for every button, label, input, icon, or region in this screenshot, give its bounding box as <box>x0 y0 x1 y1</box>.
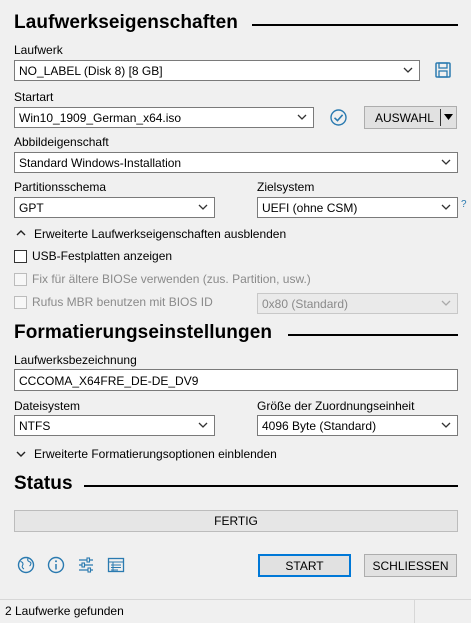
chevron-down-icon <box>198 422 208 428</box>
chevron-down-icon <box>441 159 451 165</box>
chevron-down-icon <box>441 422 451 428</box>
section-divider <box>84 485 458 487</box>
checksum-check-icon[interactable] <box>329 108 348 127</box>
image-option-value: Standard Windows-Installation <box>19 156 182 170</box>
chevron-down-icon <box>441 204 451 210</box>
file-system-value: NTFS <box>19 419 51 433</box>
progress-bar: FERTIG <box>14 510 458 532</box>
cluster-size-value: 4096 Byte (Standard) <box>262 419 377 433</box>
save-icon[interactable] <box>434 61 452 79</box>
chevron-down-icon <box>441 300 451 306</box>
chevron-up-icon[interactable] <box>16 229 26 237</box>
close-button-label: SCHLIESSEN <box>372 559 449 573</box>
select-image-button[interactable]: AUSWAHL <box>364 106 457 129</box>
boot-selection-value: Win10_1909_German_x64.iso <box>19 111 182 125</box>
globe-icon[interactable] <box>16 555 36 575</box>
format-options-heading: Formatierungseinstellungen <box>14 322 273 343</box>
volume-label-value: CCCOMA_X64FRE_DE-DE_DV9 <box>19 374 199 388</box>
section-divider <box>252 24 458 26</box>
device-label: Laufwerk <box>14 43 63 57</box>
boot-selection-dropdown[interactable]: Win10_1909_German_x64.iso <box>14 107 314 128</box>
bios-id-value: 0x80 (Standard) <box>262 297 349 311</box>
advanced-drive-toggle[interactable]: Erweiterte Laufwerkseigenschaften ausble… <box>34 227 286 241</box>
status-bar-divider <box>414 600 415 623</box>
volume-label-input[interactable]: CCCOMA_X64FRE_DE-DE_DV9 <box>14 369 458 391</box>
target-system-dropdown[interactable]: UEFI (ohne CSM) <box>257 197 458 218</box>
device-dropdown[interactable]: NO_LABEL (Disk 8) [8 GB] <box>14 60 420 81</box>
file-system-label: Dateisystem <box>14 399 81 413</box>
status-bar-text: 2 Laufwerke gefunden <box>5 604 124 618</box>
boot-selection-label: Startart <box>14 90 54 104</box>
start-button-label: START <box>285 559 324 573</box>
caret-down-icon[interactable] <box>444 114 453 121</box>
target-system-value: UEFI (ohne CSM) <box>262 201 358 215</box>
volume-label-label: Laufwerksbezeichnung <box>14 353 137 367</box>
chevron-down-icon <box>403 67 413 73</box>
progress-text: FERTIG <box>214 514 258 528</box>
partition-scheme-label: Partitionsschema <box>14 180 107 194</box>
cluster-size-dropdown[interactable]: 4096 Byte (Standard) <box>257 415 458 436</box>
old-bios-fix-checkbox[interactable] <box>14 273 27 286</box>
drive-properties-heading: Laufwerkseigenschaften <box>14 12 238 33</box>
partition-scheme-dropdown[interactable]: GPT <box>14 197 215 218</box>
chevron-down-icon[interactable] <box>16 450 26 458</box>
help-icon[interactable]: ? <box>461 199 467 210</box>
info-icon[interactable] <box>46 555 66 575</box>
select-image-label: AUSWAHL <box>375 111 434 125</box>
rufus-mbr-label: Rufus MBR benutzen mit BIOS ID <box>32 295 213 309</box>
device-value: NO_LABEL (Disk 8) [8 GB] <box>19 64 163 78</box>
advanced-format-toggle[interactable]: Erweiterte Formatierungsoptionen einblen… <box>34 447 277 461</box>
start-button[interactable]: START <box>258 554 351 577</box>
close-button[interactable]: SCHLIESSEN <box>364 554 457 577</box>
image-option-dropdown[interactable]: Standard Windows-Installation <box>14 152 458 173</box>
status-bar: 2 Laufwerke gefunden <box>0 599 471 623</box>
list-usb-hdd-checkbox[interactable] <box>14 250 27 263</box>
old-bios-fix-label: Fix für ältere BIOSe verwenden (zus. Par… <box>32 272 311 286</box>
status-heading: Status <box>14 473 73 494</box>
bios-id-dropdown[interactable]: 0x80 (Standard) <box>257 293 458 314</box>
image-option-label: Abbildeigenschaft <box>14 135 109 149</box>
target-system-label: Zielsystem <box>257 180 315 194</box>
chevron-down-icon <box>297 114 307 120</box>
section-divider <box>288 334 458 336</box>
file-system-dropdown[interactable]: NTFS <box>14 415 215 436</box>
cluster-size-label: Größe der Zuordnungseinheit <box>257 399 415 413</box>
partition-scheme-value: GPT <box>19 201 44 215</box>
rufus-mbr-checkbox[interactable] <box>14 296 27 309</box>
list-usb-hdd-label: USB-Festplatten anzeigen <box>32 249 173 263</box>
split-divider <box>440 109 441 126</box>
settings-sliders-icon[interactable] <box>76 555 96 575</box>
log-icon[interactable] <box>106 555 126 575</box>
chevron-down-icon <box>198 204 208 210</box>
